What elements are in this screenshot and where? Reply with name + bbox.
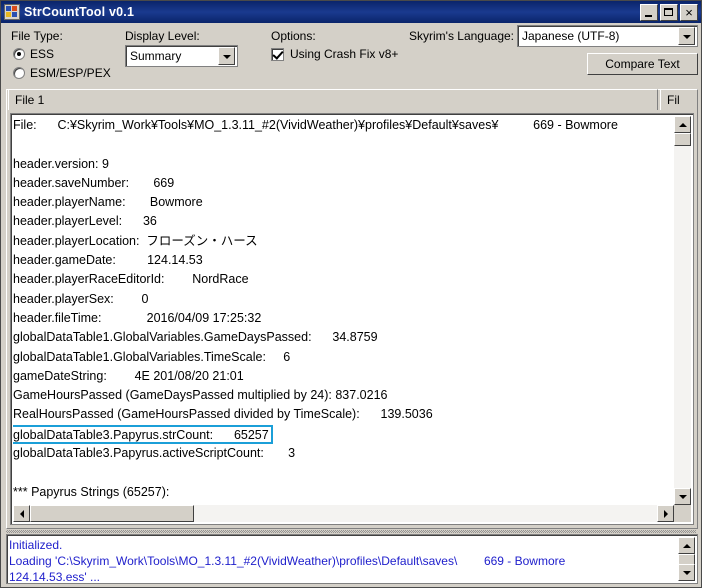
minimize-button[interactable] bbox=[640, 3, 658, 21]
radio-ess-icon bbox=[13, 48, 25, 60]
report-line: header.playerLocation: フローズン・ハース bbox=[13, 233, 258, 248]
report-line: globalDataTable3.Papyrus.activeScriptCou… bbox=[13, 446, 296, 461]
report-line: header.version: 9 bbox=[13, 156, 109, 171]
strcounttool-window: StrCountTool v0.1 File Type: ESS ESM/ESP… bbox=[0, 0, 702, 588]
language-label: Skyrim's Language: bbox=[409, 29, 515, 43]
window-controls bbox=[640, 3, 698, 21]
report-line: *** Papyrus Strings (65257): bbox=[13, 484, 170, 499]
log-vertical-scrollbar[interactable] bbox=[678, 537, 695, 581]
file-type-option-esm-esp-pex[interactable]: ESM/ESP/PEX bbox=[13, 66, 111, 80]
radio-esm-icon bbox=[13, 67, 25, 79]
chevron-down-icon[interactable] bbox=[678, 27, 695, 45]
log-panel[interactable]: Initialized. Loading 'C:\Skyrim_Work\Too… bbox=[6, 534, 698, 584]
scroll-left-icon[interactable] bbox=[13, 505, 30, 522]
toolbar: File Type: ESS ESM/ESP/PEX Display Level… bbox=[1, 23, 701, 87]
report-line: header.playerSex: 0 bbox=[13, 291, 149, 306]
vertical-scroll-thumb[interactable] bbox=[674, 133, 691, 146]
file-type-label: File Type: bbox=[11, 29, 63, 43]
scroll-right-icon[interactable] bbox=[657, 505, 674, 522]
crash-fix-checkbox[interactable]: Using Crash Fix v8+ bbox=[271, 47, 398, 61]
tab-file-1[interactable]: File 1 bbox=[8, 89, 658, 110]
report-line: File: C:¥Skyrim_Work¥Tools¥MO_1.3.11_#2(… bbox=[13, 118, 618, 132]
compare-text-button[interactable]: Compare Text bbox=[587, 53, 698, 75]
scroll-up-icon[interactable] bbox=[678, 537, 695, 554]
report-line: RealHoursPassed (GameHoursPassed divided… bbox=[13, 407, 433, 422]
scroll-up-icon[interactable] bbox=[674, 116, 691, 133]
chevron-down-icon[interactable] bbox=[218, 47, 235, 65]
report-line: globalDataTable1.GlobalVariables.GameDay… bbox=[13, 330, 378, 345]
report-line: header.playerLevel: 36 bbox=[13, 214, 157, 229]
report-line: header.gameDate: 124.14.53 bbox=[13, 253, 203, 268]
highlighted-strcount-line: globalDataTable3.Papyrus.strCount: 65257 bbox=[13, 424, 273, 444]
options-label: Options: bbox=[271, 29, 316, 43]
checkbox-checked-icon bbox=[271, 47, 284, 61]
log-line: Initialized. bbox=[9, 538, 63, 552]
report-line: header.playerRaceEditorId: NordRace bbox=[13, 272, 249, 287]
file-type-option-esm-esp-pex-label: ESM/ESP/PEX bbox=[30, 66, 111, 80]
report-vertical-scrollbar[interactable] bbox=[674, 116, 691, 505]
file-tabs: File 1 Fil File: C:¥Skyrim_Work¥Tools¥MO… bbox=[6, 89, 698, 529]
app-icon bbox=[4, 4, 20, 20]
crash-fix-label: Using Crash Fix v8+ bbox=[290, 47, 399, 61]
log-line: 124.14.53.ess' ... bbox=[9, 570, 101, 581]
report-text-content: File: C:¥Skyrim_Work¥Tools¥MO_1.3.11_#2(… bbox=[13, 116, 674, 505]
close-button[interactable] bbox=[680, 3, 698, 21]
language-value: Japanese (UTF-8) bbox=[522, 29, 620, 43]
title-bar: StrCountTool v0.1 bbox=[1, 1, 701, 23]
horizontal-scroll-thumb[interactable] bbox=[30, 505, 194, 522]
report-line bbox=[13, 135, 674, 154]
display-level-label: Display Level: bbox=[125, 29, 200, 43]
report-line: gameDateString: 4E 201/08/20 21:01 bbox=[13, 368, 244, 383]
scroll-down-icon[interactable] bbox=[674, 488, 691, 505]
display-level-value: Summary bbox=[130, 49, 182, 63]
tab-page-file-1: File: C:¥Skyrim_Work¥Tools¥MO_1.3.11_#2(… bbox=[10, 113, 694, 525]
scroll-down-icon[interactable] bbox=[678, 564, 695, 581]
report-line: header.saveNumber: 669 bbox=[13, 175, 175, 190]
tab-file-2[interactable]: Fil bbox=[660, 89, 698, 110]
log-text-content: Initialized. Loading 'C:\Skyrim_Work\Too… bbox=[9, 537, 678, 581]
report-textarea[interactable]: File: C:¥Skyrim_Work¥Tools¥MO_1.3.11_#2(… bbox=[10, 113, 694, 525]
report-line: header.fileTime: 2016/04/09 17:25:32 bbox=[13, 310, 262, 325]
report-line: globalDataTable1.GlobalVariables.TimeSca… bbox=[13, 349, 291, 364]
report-line: GameHoursPassed (GameDaysPassed multipli… bbox=[13, 388, 388, 403]
log-line: Loading 'C:\Skyrim_Work\Tools\MO_1.3.11_… bbox=[9, 554, 566, 568]
window-title: StrCountTool v0.1 bbox=[24, 5, 135, 19]
language-select[interactable]: Japanese (UTF-8) bbox=[517, 25, 698, 47]
report-line: header.playerName: Bowmore bbox=[13, 195, 203, 210]
report-horizontal-scrollbar[interactable] bbox=[13, 505, 674, 522]
scrollbar-corner bbox=[674, 505, 691, 522]
file-type-option-ess-label: ESS bbox=[30, 47, 55, 61]
splitter-handle[interactable] bbox=[6, 530, 696, 533]
display-level-select[interactable]: Summary bbox=[125, 45, 238, 67]
file-type-option-ess[interactable]: ESS bbox=[13, 47, 54, 61]
maximize-button[interactable] bbox=[660, 3, 678, 21]
report-line bbox=[13, 463, 674, 482]
